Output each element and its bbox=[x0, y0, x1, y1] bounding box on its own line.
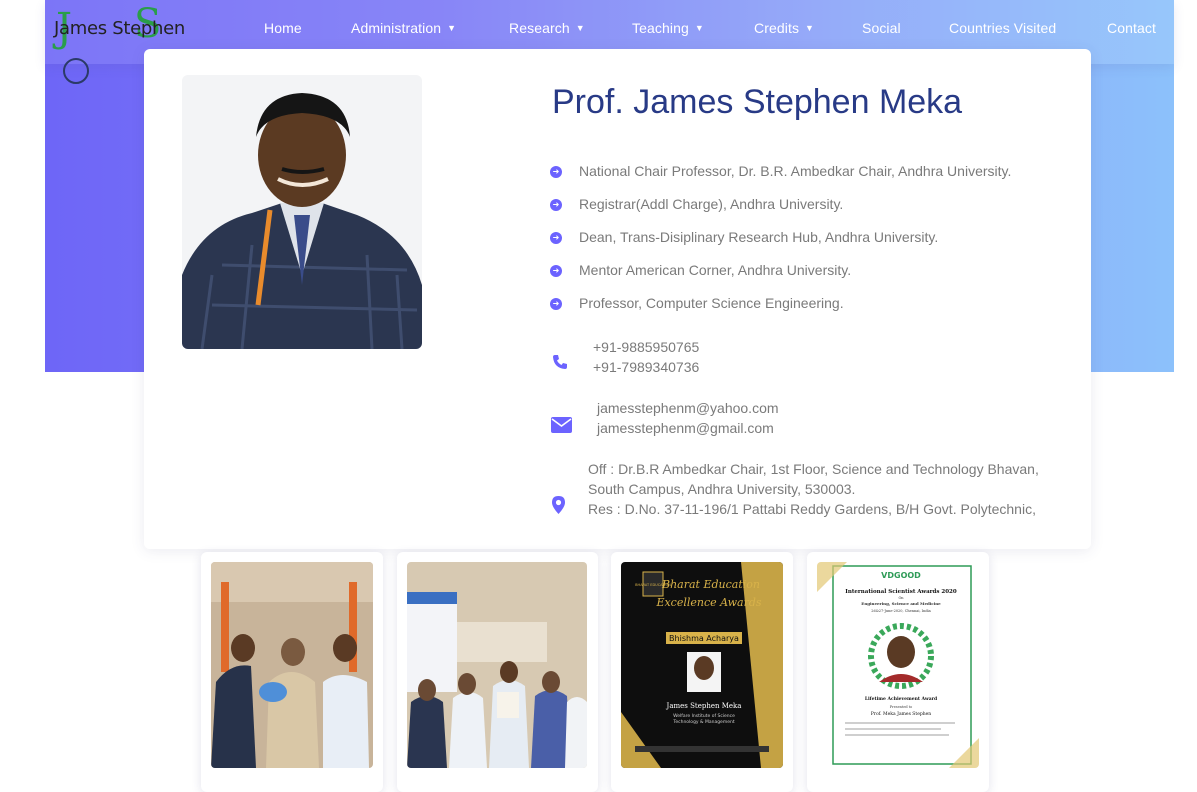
position-text: Mentor American Corner, Andhra Universit… bbox=[579, 262, 852, 278]
photo-illustration bbox=[407, 562, 587, 768]
gallery-photo-felicitation bbox=[211, 562, 373, 768]
chevron-down-icon: ▼ bbox=[805, 23, 815, 33]
nav-home[interactable]: Home bbox=[264, 20, 302, 36]
nav-credits[interactable]: Credits ▼ bbox=[754, 20, 814, 36]
profile-card: Prof. James Stephen Meka ➜ National Chai… bbox=[144, 49, 1091, 549]
award-recipient: James Stephen Meka bbox=[666, 702, 742, 710]
address-block: Off : Dr.B.R Ambedkar Chair, 1st Floor, … bbox=[588, 459, 1039, 519]
gallery-award-bhishma-acharya: BHARAT EDUCATION Bharat Education Excell… bbox=[621, 562, 783, 768]
chevron-down-icon: ▼ bbox=[575, 23, 585, 33]
phone-icon bbox=[553, 355, 567, 369]
arrow-circle-right-icon: ➜ bbox=[550, 232, 562, 244]
map-marker-icon bbox=[552, 496, 565, 514]
position-text: Dean, Trans-Disiplinary Research Hub, An… bbox=[579, 229, 939, 245]
nav-countries-visited[interactable]: Countries Visited bbox=[949, 20, 1056, 36]
gallery-card[interactable]: VDGOOD International Scientist Awards 20… bbox=[807, 552, 989, 792]
gallery-card[interactable]: BHARAT EDUCATION Bharat Education Excell… bbox=[611, 552, 793, 792]
email-address[interactable]: jamesstephenm@gmail.com bbox=[597, 418, 779, 438]
award-poster: BHARAT EDUCATION Bharat Education Excell… bbox=[621, 562, 783, 768]
certificate-date: 26&27-June-2020, Chennai, India bbox=[871, 609, 931, 613]
gallery-photo-celebration bbox=[407, 562, 587, 768]
certificate-presented: Presented to bbox=[890, 705, 913, 709]
nav-social[interactable]: Social bbox=[862, 20, 901, 36]
profile-name: Prof. James Stephen Meka bbox=[552, 83, 963, 121]
arrow-circle-right-icon: ➜ bbox=[550, 265, 562, 277]
envelope-icon bbox=[551, 417, 572, 433]
arrow-circle-right-icon: ➜ bbox=[550, 199, 562, 211]
portrait-illustration bbox=[182, 75, 422, 349]
certificate-subtitle: Engineering, Science and Medicine bbox=[861, 601, 941, 606]
award-title-line-1: Bharat Education bbox=[661, 578, 760, 591]
award-institution-line-2: Technology & Management bbox=[672, 719, 734, 725]
card-bottom-fade bbox=[144, 519, 1091, 549]
certificate-illustration: VDGOOD International Scientist Awards 20… bbox=[817, 562, 979, 768]
certificate-brand: VDGOOD bbox=[881, 571, 921, 580]
gallery-card[interactable] bbox=[201, 552, 383, 792]
certificate-award: Lifetime Achievement Award bbox=[865, 696, 938, 702]
arrow-circle-right-icon: ➜ bbox=[550, 298, 562, 310]
position-text: Professor, Computer Science Engineering. bbox=[579, 295, 844, 311]
logo-circle bbox=[63, 58, 89, 84]
award-institution-line-1: Welfare Institute of Science bbox=[673, 713, 735, 719]
chevron-down-icon: ▼ bbox=[694, 23, 704, 33]
address-line: South Campus, Andhra University, 530003. bbox=[588, 481, 856, 497]
nav-research[interactable]: Research ▼ bbox=[509, 20, 585, 36]
position-text: National Chair Professor, Dr. B.R. Ambed… bbox=[579, 163, 1012, 179]
phone-list: +91-9885950765 +91-7989340736 bbox=[593, 337, 699, 377]
phone-number[interactable]: +91-9885950765 bbox=[593, 337, 699, 357]
profile-photo bbox=[182, 75, 422, 349]
email-address[interactable]: jamesstephenm@yahoo.com bbox=[597, 398, 779, 418]
chevron-down-icon: ▼ bbox=[447, 23, 457, 33]
award-name: Bhishma Acharya bbox=[669, 634, 739, 643]
arrow-circle-right-icon: ➜ bbox=[550, 166, 562, 178]
email-list: jamesstephenm@yahoo.com jamesstephenm@gm… bbox=[597, 398, 779, 438]
address-line: Off : Dr.B.R Ambedkar Chair, 1st Floor, … bbox=[588, 461, 1039, 477]
gallery-card[interactable] bbox=[397, 552, 598, 792]
nav-contact[interactable]: Contact bbox=[1107, 20, 1156, 36]
award-title-line-2: Excellence Awards bbox=[655, 596, 761, 609]
certificate-on: On bbox=[898, 596, 904, 600]
nav-teaching[interactable]: Teaching ▼ bbox=[632, 20, 704, 36]
address-line: Res : D.No. 37-11-196/1 Pattabi Reddy Ga… bbox=[588, 501, 1036, 517]
phone-number[interactable]: +91-7989340736 bbox=[593, 357, 699, 377]
gallery-certificate-lifetime-achievement: VDGOOD International Scientist Awards 20… bbox=[817, 562, 979, 768]
nav-administration[interactable]: Administration ▼ bbox=[351, 20, 456, 36]
position-text: Registrar(Addl Charge), Andhra Universit… bbox=[579, 196, 844, 212]
photo-illustration bbox=[211, 562, 373, 768]
certificate-recipient: Prof. Meka James Stephen bbox=[871, 711, 932, 717]
certificate-title: International Scientist Awards 2020 bbox=[845, 589, 957, 595]
